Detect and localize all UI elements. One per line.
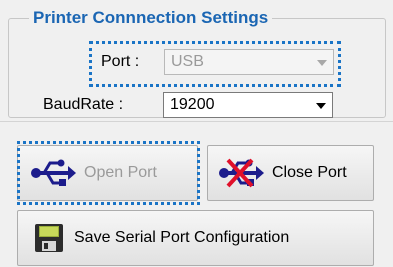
chevron-down-icon xyxy=(317,60,327,66)
baudrate-dropdown-value: 19200 xyxy=(170,96,215,113)
usb-disconnect-icon xyxy=(218,158,264,188)
open-port-button[interactable]: Open Port xyxy=(17,145,198,201)
chevron-down-icon xyxy=(316,103,326,109)
save-configuration-label: Save Serial Port Configuration xyxy=(74,229,290,246)
baudrate-dropdown[interactable]: 19200 xyxy=(163,92,333,118)
close-port-button[interactable]: Close Port xyxy=(207,145,374,201)
separator xyxy=(0,121,393,122)
port-dropdown-value: USB xyxy=(171,53,204,70)
port-dropdown[interactable]: USB xyxy=(164,49,334,75)
save-configuration-button[interactable]: Save Serial Port Configuration xyxy=(17,210,374,266)
usb-icon xyxy=(30,158,76,188)
baudrate-label: BaudRate : xyxy=(43,96,124,113)
group-title: Printer Connnection Settings xyxy=(29,8,273,28)
close-port-label: Close Port xyxy=(272,164,347,181)
open-port-label: Open Port xyxy=(84,164,157,181)
floppy-disk-icon xyxy=(32,223,66,253)
port-label: Port : xyxy=(101,53,140,70)
